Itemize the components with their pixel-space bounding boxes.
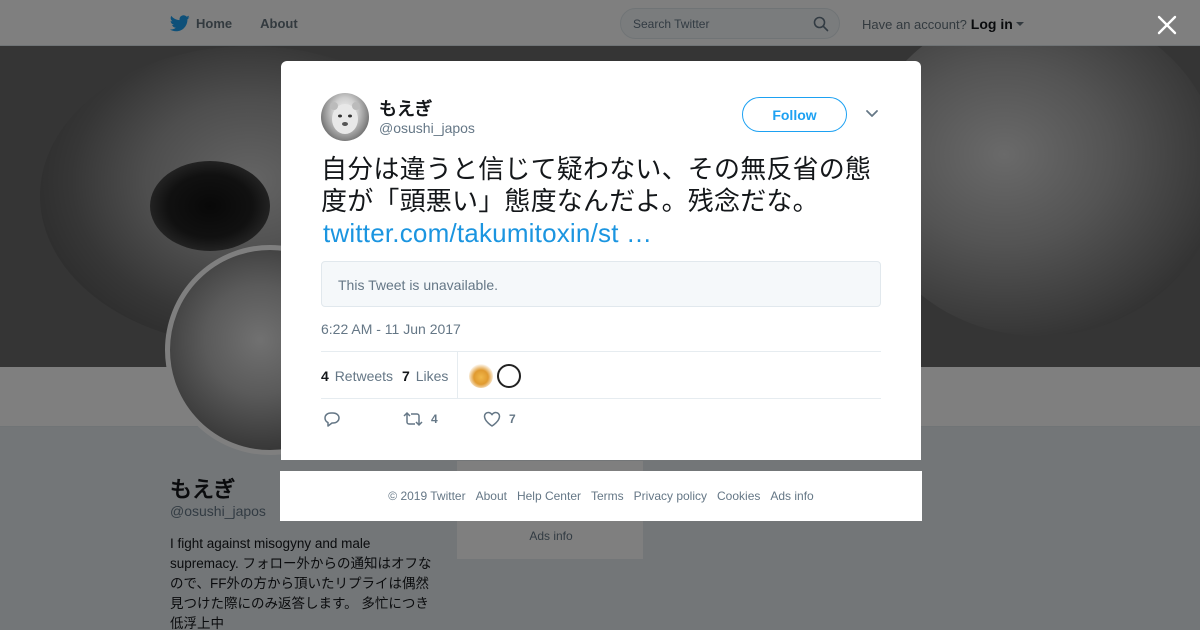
quoted-unavailable-text: This Tweet is unavailable. [338, 277, 499, 293]
footer-help-center-link[interactable]: Help Center [517, 489, 581, 503]
footer-copyright: © 2019 Twitter [388, 489, 466, 503]
footer-cookies-link[interactable]: Cookies [717, 489, 760, 503]
tweet-modal: もえぎ @osushi_japos Follow 自分は違うと信じて疑わない、そ… [281, 61, 921, 460]
likes-stat[interactable]: 7 Likes [402, 368, 448, 384]
tweet-author-name[interactable]: もえぎ [379, 95, 432, 121]
tweet-actions: 4 7 [321, 411, 621, 431]
liker-avatar[interactable] [469, 364, 493, 388]
tweet-body: 自分は違うと信じて疑わない、その無反省の態度が「頭悪い」態度なんだよ。残念だな。 [321, 154, 872, 216]
chevron-down-icon[interactable] [865, 109, 879, 119]
follow-button[interactable]: Follow [742, 97, 847, 132]
reply-button[interactable] [323, 411, 349, 427]
retweet-button[interactable]: 4 [403, 411, 438, 427]
retweets-count: 4 [321, 368, 329, 384]
like-count: 7 [509, 412, 516, 426]
footer-terms-link[interactable]: Terms [591, 489, 624, 503]
heart-icon [483, 411, 501, 427]
tweet-text: 自分は違うと信じて疑わない、その無反省の態度が「頭悪い」態度なんだよ。残念だな。… [321, 153, 891, 249]
tweet-stats: 4 Retweets 7 Likes [321, 351, 881, 399]
retweets-stat[interactable]: 4 Retweets [321, 368, 393, 384]
tweet-link[interactable]: twitter.com/takumitoxin/st … [323, 217, 891, 249]
tweet-author-avatar[interactable] [321, 93, 369, 141]
footer-about-link[interactable]: About [476, 489, 507, 503]
liker-avatar[interactable] [497, 364, 521, 388]
quoted-tweet-box: This Tweet is unavailable. [321, 261, 881, 307]
like-button[interactable]: 7 [483, 411, 516, 427]
avatar-cub-icon [330, 102, 360, 134]
likes-count: 7 [402, 368, 410, 384]
tweet-author-handle[interactable]: @osushi_japos [379, 120, 475, 136]
likes-label: Likes [415, 368, 449, 384]
close-icon[interactable] [1154, 12, 1180, 38]
retweets-label: Retweets [334, 368, 394, 384]
retweet-icon [403, 411, 423, 427]
footer-ads-info-link[interactable]: Ads info [770, 489, 813, 503]
footer-privacy-link[interactable]: Privacy policy [634, 489, 707, 503]
stats-divider [457, 352, 458, 398]
modal-footer: © 2019 Twitter About Help Center Terms P… [280, 471, 922, 521]
reply-icon [324, 412, 340, 427]
tweet-timestamp: 6:22 AM - 11 Jun 2017 [321, 321, 461, 337]
retweet-count: 4 [431, 412, 438, 426]
